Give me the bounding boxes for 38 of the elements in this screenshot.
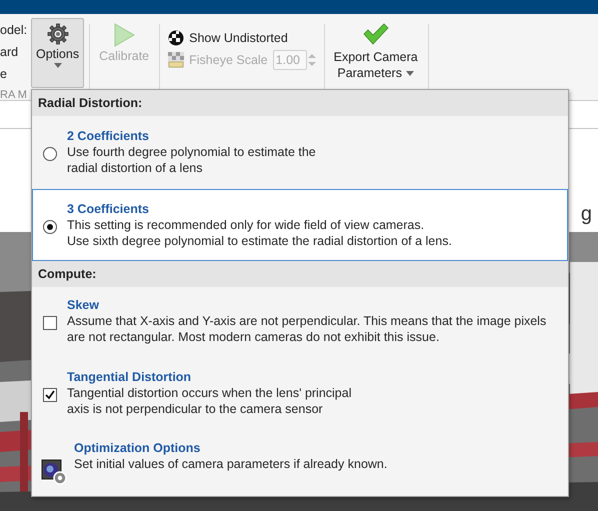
- show-undistorted-button[interactable]: Show Undistorted: [168, 30, 316, 46]
- checkbox[interactable]: [43, 388, 57, 402]
- option-description: Tangential distortion occurs when the lens' principal: [67, 386, 352, 402]
- selected-option-row[interactable]: 3 Coefficients This setting is recommended only for wide field of view cameras. Use sixth degree polynomial to estimate the radial distortion of a lens.: [32, 188, 568, 261]
- radio-button[interactable]: [43, 147, 57, 161]
- section-header: Compute:: [32, 261, 568, 287]
- toolbar-label: odel:: [0, 23, 28, 38]
- option-description: Use fourth degree polynomial to estimate the: [67, 145, 316, 161]
- camera-lens-settings-icon: [40, 459, 66, 485]
- checkerboard-ruler-icon: [168, 52, 184, 68]
- gear-icon: [46, 23, 69, 45]
- caret-icon: [54, 63, 62, 68]
- play-icon: [113, 23, 136, 47]
- section-header: Radial Distortion:: [32, 90, 568, 116]
- radio-button[interactable]: [43, 220, 57, 234]
- option-title: Tangential Distortion: [67, 368, 192, 386]
- option-title: 2 Coefficients: [67, 128, 149, 145]
- option-description: Assume that X-axis and Y-axis are not perpendicular. This means that the image pixels: [67, 314, 546, 330]
- option-title: Skew: [67, 297, 99, 314]
- option-description: Use sixth degree polynomial to estimate the radial distortion of a lens.: [67, 234, 452, 249]
- option-title[interactable]: Optimization Options: [74, 440, 200, 457]
- option-description: This setting is recommended only for wide field of view cameras.: [67, 218, 424, 234]
- option-title: 3 Coefficients: [67, 200, 149, 218]
- section-label: RA M: [0, 89, 27, 101]
- fisheye-scale-label: Fisheye Scale: [168, 52, 268, 68]
- checkered-circle-icon: [168, 30, 184, 46]
- option-description: axis is not perpendicular to the camera sensor: [67, 402, 323, 417]
- option-description: are not rectangular. Most modern cameras do not exhibit this issue.: [67, 330, 440, 346]
- option-description: radial distortion of a lens: [67, 161, 202, 176]
- toolbar-label: e: [0, 67, 7, 82]
- toolbar-label: ard: [0, 45, 18, 60]
- export-camera-parameters-button[interactable]: Export Camera Parameters: [328, 18, 423, 88]
- option-description: Set initial values of camera parameters if already known.: [74, 457, 388, 473]
- caret-icon: [406, 70, 414, 76]
- options-button[interactable]: Options: [31, 18, 84, 88]
- checkmark-icon: [362, 23, 389, 45]
- background-text: g: [580, 203, 592, 226]
- checkbox[interactable]: [43, 316, 57, 330]
